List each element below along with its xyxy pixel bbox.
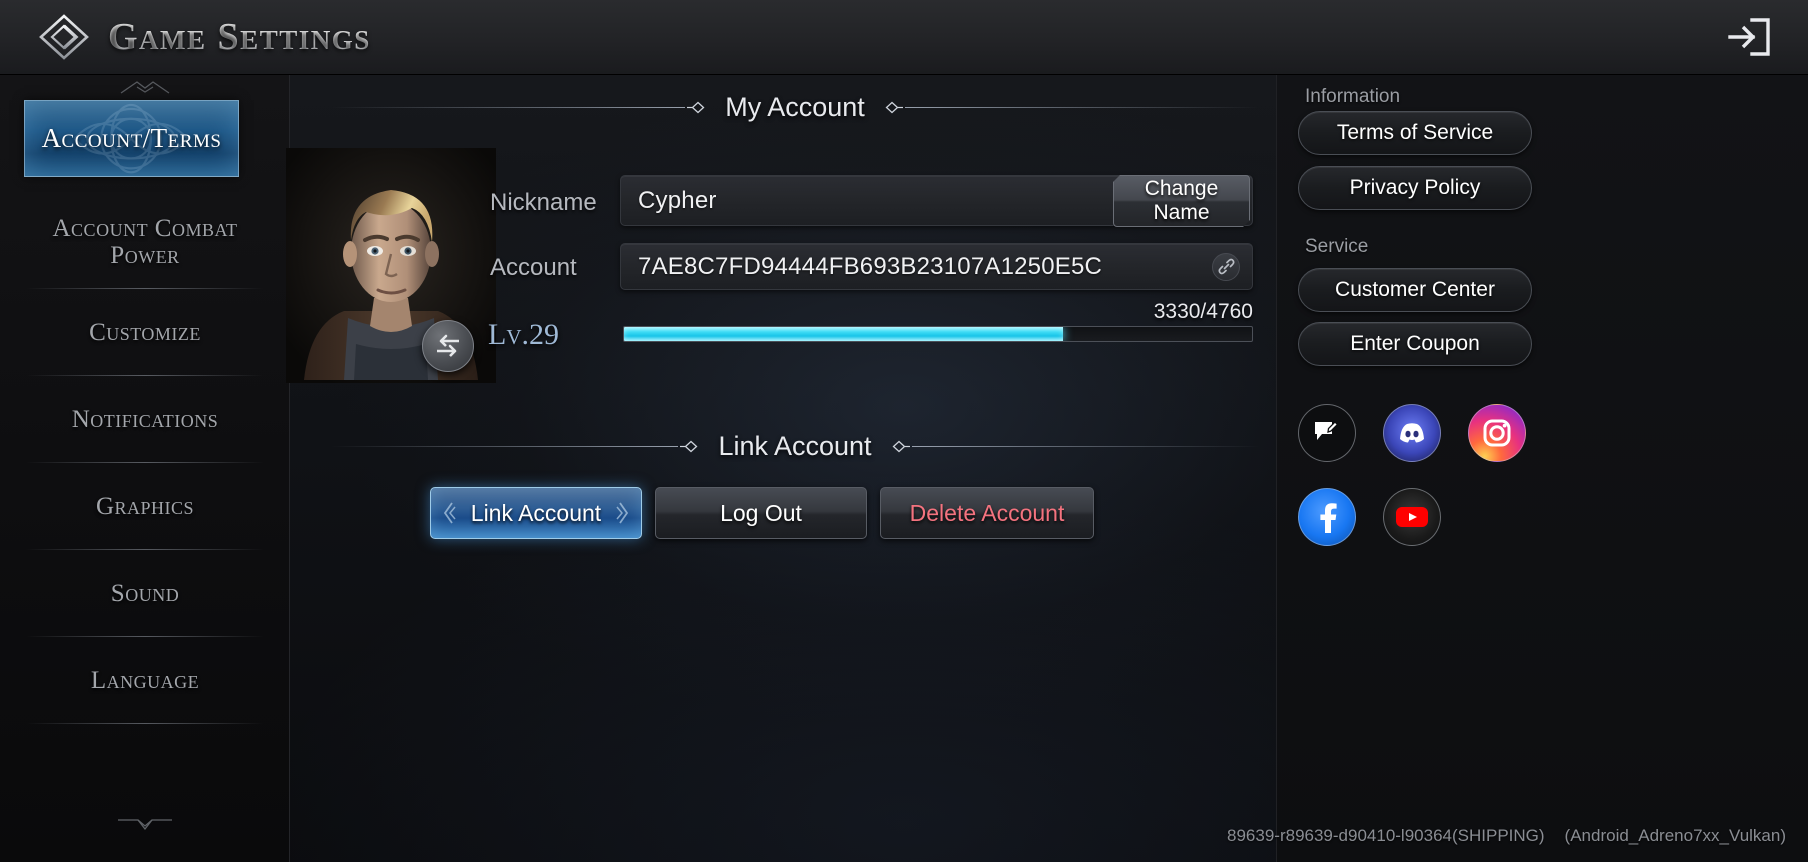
instagram-icon: [1483, 419, 1511, 447]
sidebar-item-label: Customize: [89, 319, 201, 346]
sidebar-item-label: Notifications: [71, 406, 219, 433]
instagram-link[interactable]: [1468, 404, 1526, 462]
exit-door-icon[interactable]: [1726, 16, 1772, 58]
nickname-value: Cypher: [638, 186, 717, 214]
triangle-emblem-icon: [39, 14, 89, 60]
diamond-ornament-icon: [680, 440, 698, 452]
section-header-my-account: My Account: [330, 90, 1260, 124]
section-title-text: Link Account: [718, 430, 872, 461]
xp-progress-fill: [624, 327, 1063, 341]
sidebar-item-language[interactable]: Language: [0, 637, 290, 724]
chevron-right-ornament-icon: [616, 502, 629, 524]
platform-text: (Android_Adreno7xx_Vulkan): [1564, 826, 1786, 845]
youtube-icon: [1396, 507, 1428, 527]
link-copy-button[interactable]: [1212, 252, 1240, 281]
swap-arrows-icon: [437, 334, 459, 357]
nickname-label: Nickname: [490, 189, 597, 216]
swap-character-button[interactable]: [422, 320, 474, 372]
level-label: Lv.29: [488, 318, 559, 351]
log-out-label: Log Out: [720, 499, 802, 526]
xp-counter-text: 3330/4760: [1153, 300, 1253, 323]
info-service-panel: Information Terms of Service Privacy Pol…: [1276, 75, 1808, 862]
link-account-button[interactable]: Link Account: [430, 487, 642, 539]
chevron-left-ornament-icon: [443, 502, 456, 524]
change-name-label-line2: Name: [1153, 201, 1210, 224]
youtube-link[interactable]: [1383, 488, 1441, 546]
diamond-ornament-icon: [892, 440, 910, 452]
link-account-label: Link Account: [470, 499, 602, 526]
ornament-bottom-icon: [117, 819, 172, 831]
diamond-ornament-icon: [687, 101, 705, 113]
sidebar-item-label: Account/Terms: [41, 122, 222, 153]
forum-link[interactable]: [1298, 404, 1356, 462]
enter-coupon-button[interactable]: Enter Coupon: [1298, 322, 1532, 366]
sidebar-item-label: Graphics: [95, 493, 195, 520]
build-info: 89639-r89639-d90410-l90364(SHIPPING) (An…: [1227, 826, 1786, 846]
diamond-ornament-icon: [885, 101, 903, 113]
xp-bar-group: 3330/4760: [623, 300, 1253, 342]
forum-icon: [1315, 421, 1339, 440]
sidebar-item-label: Account Combat Power: [52, 215, 238, 269]
section-rule-right: [911, 445, 1261, 447]
facebook-icon: [1320, 503, 1337, 533]
section-rule-right: [904, 106, 1260, 108]
account-label: Account: [490, 254, 577, 281]
delete-account-button[interactable]: Delete Account: [880, 487, 1094, 539]
character-portrait: [286, 148, 496, 383]
section-header-link-account: Link Account: [330, 429, 1261, 463]
ornament-top-icon: [120, 81, 169, 94]
section-rule-left: [330, 445, 679, 447]
delete-account-label: Delete Account: [909, 499, 1065, 526]
log-out-button[interactable]: Log Out: [655, 487, 867, 539]
page-title: Game Settings: [108, 16, 371, 58]
title-bar: Game Settings: [0, 0, 1808, 77]
sidebar-nav: Account/Terms Account Combat Power Custo…: [0, 75, 290, 862]
service-group-label: Service: [1305, 236, 1369, 257]
enter-coupon-label: Enter Coupon: [1350, 332, 1480, 355]
discord-link[interactable]: [1383, 404, 1441, 462]
terms-of-service-button[interactable]: Terms of Service: [1298, 111, 1532, 155]
sidebar-item-sound[interactable]: Sound: [0, 550, 290, 637]
customer-center-label: Customer Center: [1335, 278, 1495, 301]
xp-progress-track: [623, 326, 1253, 342]
build-version-text: 89639-r89639-d90410-l90364(SHIPPING): [1227, 826, 1545, 845]
change-name-button[interactable]: Change Name: [1113, 175, 1250, 227]
section-rule-left: [330, 106, 686, 108]
sidebar-item-label: Sound: [110, 580, 180, 607]
sidebar-item-account-terms[interactable]: Account/Terms: [24, 100, 239, 177]
sidebar-item-notifications[interactable]: Notifications: [0, 376, 290, 463]
account-id-value: 7AE8C7FD94444FB693B23107A1250E5C: [638, 252, 1103, 280]
change-name-label-line1: Change: [1144, 177, 1219, 201]
sidebar-item-account-combat-power[interactable]: Account Combat Power: [0, 195, 290, 289]
discord-icon: [1400, 423, 1424, 443]
privacy-policy-label: Privacy Policy: [1349, 176, 1481, 199]
sidebar-item-graphics[interactable]: Graphics: [0, 463, 290, 550]
section-title-text: My Account: [725, 91, 865, 122]
customer-center-button[interactable]: Customer Center: [1298, 268, 1532, 312]
terms-of-service-label: Terms of Service: [1336, 121, 1494, 144]
facebook-link[interactable]: [1298, 488, 1356, 546]
information-group-label: Information: [1305, 86, 1401, 107]
link-copy-icon: [1218, 258, 1234, 275]
sidebar-item-customize[interactable]: Customize: [0, 289, 290, 376]
account-id-field[interactable]: 7AE8C7FD94444FB693B23107A1250E5C: [620, 243, 1253, 290]
sidebar-item-label: Language: [90, 667, 200, 694]
privacy-policy-button[interactable]: Privacy Policy: [1298, 166, 1532, 210]
